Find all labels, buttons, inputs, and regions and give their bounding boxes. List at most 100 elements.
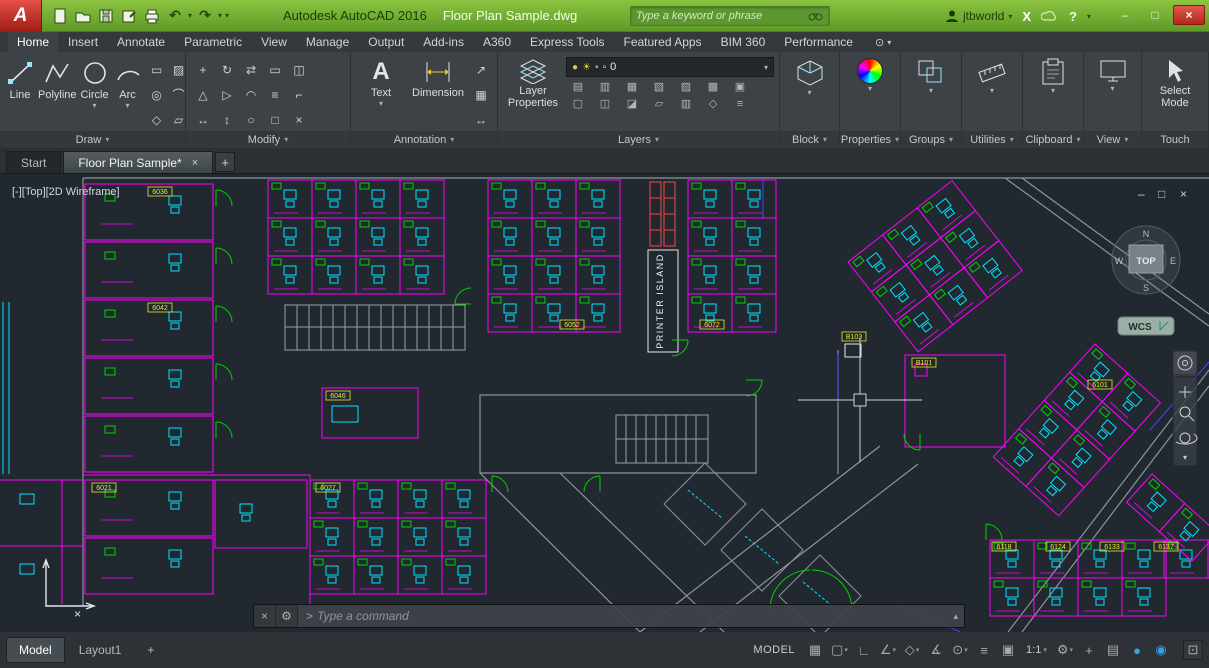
wcs-menu[interactable]: WCS	[1118, 317, 1174, 335]
exchange-apps-icon[interactable]: X	[1022, 9, 1031, 24]
layer-tool-icon[interactable]: ◪	[623, 96, 641, 111]
viewport-restore-button[interactable]: □	[1158, 187, 1165, 201]
graphics-performance-icon[interactable]: ◉	[1151, 640, 1171, 660]
lengthen-icon[interactable]: ↕	[216, 111, 238, 128]
paste-button[interactable]: ▾	[1028, 55, 1078, 96]
properties-button[interactable]: ▾	[845, 55, 895, 94]
layer-tool-icon[interactable]: ▤	[569, 79, 587, 94]
workspace-gear-icon[interactable]: ⚙▾	[1055, 640, 1075, 660]
undo-button[interactable]: ↶	[165, 6, 185, 26]
panel-label-properties[interactable]: Properties▾	[840, 131, 900, 148]
minimize-button[interactable]: –	[1113, 5, 1137, 25]
application-menu-button[interactable]: A	[0, 0, 42, 32]
isometric-drafting-icon[interactable]: ◇▾	[902, 640, 922, 660]
move-icon[interactable]: +	[192, 61, 214, 78]
tab-close-icon[interactable]: ×	[192, 157, 198, 169]
command-input[interactable]	[317, 609, 947, 623]
layer-tool-icon[interactable]: ▩	[704, 79, 722, 94]
tab-express-tools[interactable]: Express Tools	[521, 32, 613, 52]
join-icon[interactable]: ×	[288, 111, 310, 128]
offset-icon[interactable]: ⌐	[288, 86, 310, 103]
tab-performance[interactable]: Performance	[775, 32, 862, 52]
tab-a360[interactable]: A360	[474, 32, 520, 52]
layer-tool-icon[interactable]: ▥	[596, 79, 614, 94]
panel-label-layers[interactable]: Layers▾	[498, 131, 779, 148]
layer-tool-icon[interactable]: ◫	[596, 96, 614, 111]
panel-label-utilities[interactable]: Utilities▾	[962, 131, 1022, 148]
tab-output[interactable]: Output	[359, 32, 413, 52]
save-as-button[interactable]	[119, 6, 139, 26]
erase-icon[interactable]: ○	[240, 111, 262, 128]
panel-label-view[interactable]: View▾	[1084, 131, 1141, 148]
ribbon-display-toggle[interactable]: ⊙▾	[869, 33, 897, 52]
tab-annotate[interactable]: Annotate	[108, 32, 174, 52]
fillet-icon[interactable]: ◠	[240, 86, 262, 103]
mirror-icon[interactable]: ◫	[288, 61, 310, 78]
dimstyle-icon[interactable]: ↔	[470, 111, 492, 128]
layer-tool-icon[interactable]: ▨	[677, 79, 695, 94]
new-drawing-tab-button[interactable]: +	[215, 152, 235, 172]
trim-icon[interactable]: ⇄	[240, 61, 262, 78]
layer-dropdown-caret[interactable]: ▾	[764, 63, 768, 72]
panel-label-draw[interactable]: Draw▾	[0, 131, 185, 148]
layer-tool-icon[interactable]: ≡	[731, 96, 749, 111]
command-close-icon[interactable]: ×	[254, 605, 276, 627]
tab-addins[interactable]: Add-ins	[414, 32, 473, 52]
isolate-objects-icon[interactable]: ●	[1127, 640, 1147, 660]
model-tab[interactable]: Model	[6, 637, 65, 663]
tab-featured-apps[interactable]: Featured Apps	[615, 32, 711, 52]
object-snap-tracking-icon[interactable]: ∡	[926, 640, 946, 660]
new-file-button[interactable]	[50, 6, 70, 26]
layer-properties-button[interactable]: Layer Properties	[503, 55, 563, 109]
select-mode-button[interactable]: Select Mode	[1147, 55, 1203, 109]
panel-label-touch[interactable]: Touch	[1142, 131, 1208, 148]
save-button[interactable]	[96, 6, 116, 26]
layer-tool-icon[interactable]: ▣	[731, 79, 749, 94]
tab-home[interactable]: Home	[8, 32, 58, 52]
arc-button[interactable]: Arc ▾	[113, 55, 143, 111]
viewcube-east[interactable]: E	[1170, 256, 1176, 266]
layer-tool-icon[interactable]: ◇	[704, 96, 722, 111]
layer-tool-icon[interactable]: ▧	[650, 79, 668, 94]
customization-icon[interactable]: ▤	[1103, 640, 1123, 660]
group-button[interactable]: ▾	[906, 55, 956, 96]
help-button[interactable]: ?	[1069, 9, 1077, 24]
polar-tracking-icon[interactable]: ∠▾	[878, 640, 898, 660]
object-snap-icon[interactable]: ⊙▾	[950, 640, 970, 660]
viewport-controls[interactable]: [-][Top][2D Wireframe]	[12, 186, 120, 198]
viewcube-south[interactable]: S	[1143, 283, 1149, 293]
snap-icon[interactable]: ▢▾	[829, 640, 850, 660]
close-button[interactable]: ×	[1173, 5, 1205, 25]
a360-cloud-icon[interactable]	[1041, 10, 1059, 22]
array-icon[interactable]: ≡	[264, 86, 286, 103]
start-tab[interactable]: Start	[6, 151, 61, 173]
dimension-button[interactable]: Dimension	[409, 55, 467, 99]
navbar-more-icon[interactable]: ▾	[1183, 453, 1187, 462]
layer-tool-icon[interactable]: ▥	[677, 96, 695, 111]
leader-icon[interactable]: ↗	[470, 61, 492, 78]
grid-icon[interactable]: ▦	[805, 640, 825, 660]
text-button[interactable]: A Text ▾	[356, 55, 406, 109]
command-history-icon[interactable]: ▴	[947, 611, 964, 622]
insert-block-button[interactable]: ▾	[785, 55, 834, 98]
open-file-button[interactable]	[73, 6, 93, 26]
ortho-icon[interactable]: ∟	[854, 640, 874, 660]
explode-icon[interactable]: □	[264, 111, 286, 128]
restore-button[interactable]: □	[1143, 5, 1167, 25]
viewcube-west[interactable]: W	[1115, 256, 1124, 266]
tab-parametric[interactable]: Parametric	[175, 32, 251, 52]
tab-insert[interactable]: Insert	[59, 32, 107, 52]
measure-button[interactable]: ▾	[967, 55, 1017, 96]
rectangle-icon[interactable]: ▭	[146, 61, 168, 78]
undo-dropdown[interactable]: ▾	[188, 11, 192, 20]
floor-plan-drawing[interactable]: PRINTER ISLAND	[0, 174, 1209, 632]
clean-screen-icon[interactable]: ⊡	[1183, 640, 1203, 660]
new-layout-button[interactable]: +	[135, 638, 166, 662]
copy-icon[interactable]: △	[192, 86, 214, 103]
view-button[interactable]: ▾	[1089, 55, 1136, 94]
panel-label-clipboard[interactable]: Clipboard▾	[1023, 131, 1083, 148]
rectangle-array-icon[interactable]: ▭	[264, 61, 286, 78]
polyline-button[interactable]: Polyline	[38, 55, 77, 101]
lineweight-icon[interactable]: ≡	[974, 640, 994, 660]
layer-selector[interactable]: ● ☀ ▪ ▫ 0 ▾	[566, 57, 774, 77]
